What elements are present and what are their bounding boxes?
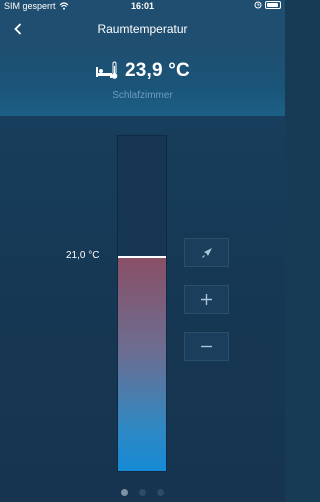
page-title: Raumtemperatur — [97, 22, 188, 36]
nav-bar: Raumtemperatur — [0, 13, 285, 46]
temperature-slider[interactable] — [117, 135, 167, 472]
page-dot[interactable] — [139, 489, 146, 496]
current-temperature: 23,9 °C — [125, 60, 190, 81]
room-header: 23,9 °C Schlafzimmer — [0, 46, 285, 116]
page-dot[interactable] — [157, 489, 164, 496]
minus-icon — [201, 345, 212, 348]
boost-button[interactable] — [184, 238, 229, 267]
battery-icon — [265, 1, 281, 9]
increase-button[interactable] — [184, 285, 229, 314]
current-temperature-row: 23,9 °C — [0, 60, 285, 82]
status-icons — [254, 1, 281, 9]
room-name: Schlafzimmer — [112, 90, 173, 101]
decrease-button[interactable] — [184, 332, 229, 361]
status-bar: SIM gesperrt 16:01 — [0, 0, 285, 13]
page-dot[interactable] — [121, 489, 128, 496]
clock: 16:01 — [130, 1, 155, 11]
slider-fill — [118, 257, 166, 471]
rocket-icon — [201, 247, 212, 258]
plus-icon — [201, 294, 212, 305]
setpoint-label: 21,0 °C — [66, 250, 100, 261]
alarm-icon — [254, 1, 262, 9]
page-indicator — [0, 489, 285, 496]
setpoint-marker[interactable] — [118, 256, 166, 258]
bed-thermometer-icon — [96, 61, 118, 79]
